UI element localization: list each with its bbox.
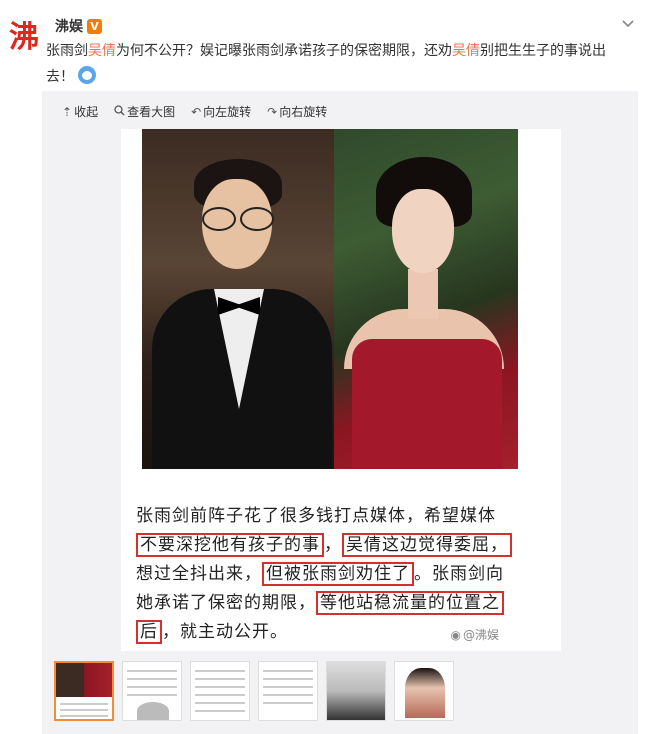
thumbnail-image [56,663,112,697]
thumbnail-line [60,709,108,711]
caption-boxed-text: 吴倩这边觉得委屈， [342,533,512,557]
thumbnail-line [263,670,313,672]
author-header: 沸娱 V [55,16,102,36]
rotate-right-label: 向右旋转 [279,105,328,119]
watermark-text: @沸娱 [462,628,499,642]
thumbnail-5[interactable] [326,661,386,721]
thumbnail-line [195,702,245,704]
thumbnail-line [60,703,108,705]
view-large-button[interactable]: 查看大图 [114,103,175,120]
glasses-shape [200,207,276,231]
collapse-button[interactable]: ⇡ 收起 [62,103,98,120]
post-text-part: 为何不公开？娱记曝张雨剑承诺孩子的保密期限，还劝 [116,43,452,59]
thumbnail-line [127,686,177,688]
rotate-right-button[interactable]: ↷ 向右旋转 [267,103,327,120]
avatar[interactable]: 沸 [4,14,44,55]
thumbnail-2[interactable] [122,661,182,721]
main-image[interactable]: 张雨剑前阵子花了很多钱打点媒体，希望媒体 不要深挖他有孩子的事，吴倩这边觉得委屈… [121,129,561,651]
collapse-icon: ⇡ [62,104,73,119]
thumbnail-line [60,715,108,717]
post-text-highlight[interactable]: 吴倩 [88,43,116,59]
thumbnail-line [195,694,245,696]
photo-man [142,129,334,469]
emoji-icon [78,66,97,84]
thumbnail-1[interactable] [54,661,114,721]
caption-text: ，就主动公开。 [162,622,288,642]
author-name[interactable]: 沸娱 [55,16,83,36]
thumbnail-strip [54,661,454,721]
thumbnail-line [127,670,177,672]
thumbnail-line [127,694,177,696]
caption-boxed-text: 后 [136,620,162,644]
avatar-logo-icon: 沸 [9,20,39,55]
thumbnail-image [405,668,445,718]
photo-woman [334,129,518,469]
thumbnail-line [263,678,313,680]
face-shape [392,189,454,273]
thumbnail-line [195,710,245,712]
media-toolbar: ⇡ 收起 查看大图 ↶ 向左旋转 ↷ 向右旋转 [62,103,327,120]
post-text-part: 张雨剑 [46,43,88,59]
thumbnail-line [263,694,313,696]
thumbnail-image [327,662,385,720]
caption-line: 张雨剑前阵子花了很多钱打点媒体，希望媒体 [136,506,496,526]
dress-shape [352,339,502,469]
thumbnail-line [263,686,313,688]
rotate-left-icon: ↶ [191,104,202,119]
zoom-icon [114,104,125,119]
thumbnail-4[interactable] [258,661,318,721]
view-large-label: 查看大图 [127,105,176,119]
watermark: ◉ @沸娱 [451,626,500,643]
collapse-label: 收起 [74,105,99,119]
post-text-highlight[interactable]: 吴倩 [452,43,480,59]
rotate-right-icon: ↷ [267,104,278,119]
chevron-down-icon[interactable] [621,16,637,32]
thumbnail-line [263,702,313,704]
rotate-left-label: 向左旋转 [203,105,252,119]
caption-boxed-text: 不要深挖他有孩子的事 [136,533,324,557]
caption-boxed-text: 但被张雨剑劝住了 [262,562,414,586]
caption-text: ， [324,535,342,555]
media-viewer: ⇡ 收起 查看大图 ↶ 向左旋转 ↷ 向右旋转 张雨剑前阵子花了很多钱打点媒体，… [42,91,638,734]
neck-shape [408,269,438,319]
rotate-left-button[interactable]: ↶ 向左旋转 [191,103,251,120]
thumbnail-line [195,670,245,672]
caption-text: 她承诺了保密的期限， [136,593,316,613]
thumbnail-image [137,702,169,720]
weibo-icon: ◉ [450,627,461,642]
post-text: 张雨剑吴倩为何不公开？娱记曝张雨剑承诺孩子的保密期限，还劝吴倩别把生生子的事说出… [46,38,626,90]
thumbnail-line [195,686,245,688]
thumbnail-line [195,678,245,680]
caption-text: 。张雨剑向 [414,564,504,584]
thumbnail-6[interactable] [394,661,454,721]
thumbnail-line [127,678,177,680]
caption-boxed-text: 等他站稳流量的位置之 [316,591,504,615]
thumbnail-3[interactable] [190,661,250,721]
caption-text: 想过全抖出来， [136,564,262,584]
verified-icon: V [87,18,102,34]
